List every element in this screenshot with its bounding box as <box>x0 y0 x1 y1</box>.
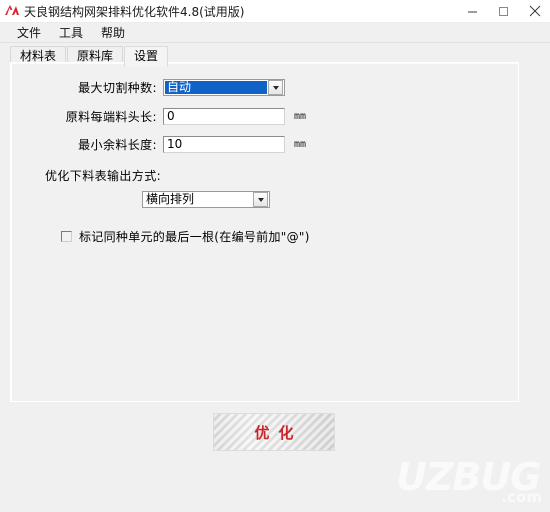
tab-settings[interactable]: 设置 <box>124 46 169 67</box>
stock-end-waste-row: 原料每端料头长: 0 mm <box>45 108 306 125</box>
max-cut-kinds-select[interactable]: 自动 <box>163 79 285 96</box>
mark-last-unit-checkbox[interactable] <box>61 231 72 242</box>
menu-item-help[interactable]: 帮助 <box>92 23 134 43</box>
watermark-main-text: UZBUG <box>396 455 541 499</box>
optimize-button[interactable]: 优化 <box>213 413 335 451</box>
output-mode-row: 横向排列 <box>142 191 270 208</box>
optimize-button-label: 优化 <box>254 423 303 442</box>
chevron-down-icon[interactable] <box>268 80 283 95</box>
min-remnant-row: 最小余料长度: 10 mm <box>57 136 306 153</box>
max-cut-kinds-value: 自动 <box>165 81 267 94</box>
menu-item-file[interactable]: 文件 <box>8 23 50 43</box>
output-mode-value: 横向排列 <box>146 192 195 206</box>
window-title: 天良钢结构网架排料优化软件4.8(试用版) <box>24 4 245 19</box>
max-cut-kinds-row: 最大切割种数: 自动 <box>57 79 285 96</box>
stock-end-waste-input[interactable]: 0 <box>163 108 285 125</box>
settings-panel: 最大切割种数: 自动 原料每端料头长: 0 mm 最小余料长度: 10 mm 优… <box>10 62 519 402</box>
output-mode-label: 优化下料表输出方式: <box>45 169 162 183</box>
window-controls <box>457 0 550 22</box>
stock-end-waste-label: 原料每端料头长: <box>65 110 157 124</box>
chevron-down-icon[interactable] <box>253 192 268 207</box>
maximize-icon[interactable] <box>488 0 519 22</box>
mark-last-unit-row[interactable]: 标记同种单元的最后一根(在编号前加"@") <box>61 228 310 245</box>
min-remnant-input[interactable]: 10 <box>163 136 285 153</box>
menu-item-tools[interactable]: 工具 <box>50 23 92 43</box>
min-remnant-unit: mm <box>294 139 307 150</box>
app-logo-icon <box>3 2 21 20</box>
watermark: UZBUG .com <box>396 452 546 510</box>
min-remnant-label: 最小余料长度: <box>78 138 157 152</box>
mark-last-unit-label: 标记同种单元的最后一根(在编号前加"@") <box>79 230 310 244</box>
max-cut-kinds-label: 最大切割种数: <box>78 81 157 95</box>
title-bar: 天良钢结构网架排料优化软件4.8(试用版) <box>0 0 550 23</box>
menu-bar: 文件 工具 帮助 <box>0 23 550 43</box>
close-icon[interactable] <box>519 0 550 22</box>
output-mode-select[interactable]: 横向排列 <box>142 191 270 208</box>
minimize-icon[interactable] <box>457 0 488 22</box>
stock-end-waste-unit: mm <box>294 111 307 122</box>
watermark-sub-text: .com <box>501 488 542 506</box>
